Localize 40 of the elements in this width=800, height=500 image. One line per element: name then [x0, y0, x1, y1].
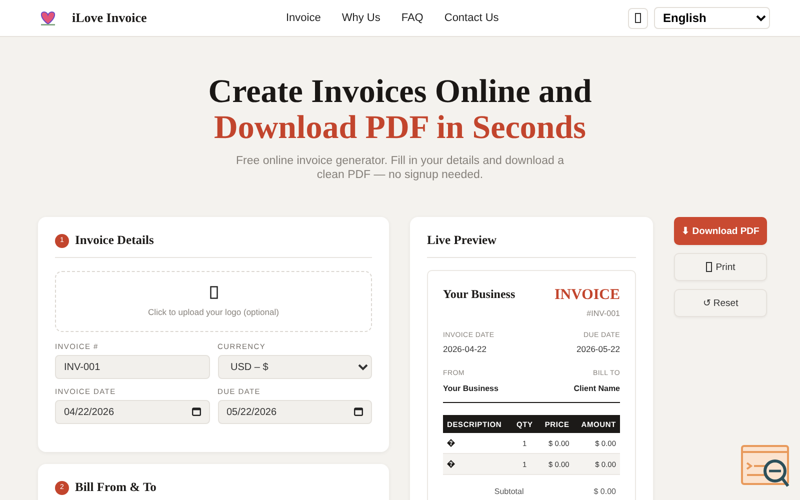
nav-link[interactable]: FAQ [401, 12, 424, 24]
calendar-icon [354, 407, 363, 416]
document-search-icon [741, 445, 791, 488]
upload-hint: Click to upload your logo (optional) [148, 307, 279, 317]
invoice-heading: INVOICE [554, 287, 620, 304]
placeholder-glyph-icon [210, 286, 218, 299]
placeholder-glyph-icon [635, 13, 641, 23]
print-button[interactable]: Print [674, 253, 767, 281]
download-button[interactable]: ⬇ Download PDF [674, 217, 767, 245]
date-field[interactable]: 05/22/2026 [218, 400, 372, 424]
business-name: Your Business [443, 287, 516, 302]
theme-toggle-button[interactable] [628, 8, 648, 28]
text-field[interactable]: INV-001 [55, 355, 210, 379]
meta-value: Client Name [574, 384, 620, 393]
reset-button[interactable]: ↺ Reset [674, 289, 767, 317]
meta-value: Your Business [443, 384, 498, 393]
currency-select[interactable]: USD – $ [218, 355, 372, 379]
date-field[interactable]: 04/22/2026 [55, 400, 210, 424]
card-title: Invoice Details [75, 233, 154, 248]
nav-link[interactable]: Why Us [342, 12, 380, 24]
nav-link[interactable]: Contact Us [444, 12, 499, 24]
nav-link[interactable]: Invoice [286, 12, 321, 24]
hero-subtitle: Free online invoice generator. Fill in your details and download a clean PDF — no signup needed. [235, 154, 565, 182]
missing-glyph-icon [447, 460, 455, 468]
brand-name: iLove Invoice [72, 10, 147, 26]
calendar-icon [192, 407, 200, 416]
card-title: Live Preview [427, 233, 497, 248]
placeholder-glyph-icon [706, 262, 712, 272]
subtotal-value: $ 0.00 [594, 487, 616, 496]
hero-title-highlight: Download PDF in Seconds [213, 110, 587, 146]
language-select[interactable]: English [654, 7, 770, 29]
invoice-number: #INV-001 [586, 309, 620, 318]
meta-value: 2026-04-22 [443, 344, 488, 354]
card-title: Bill From & To [75, 480, 156, 495]
logo-upload-area[interactable]: Click to upload your logo (optional) [55, 271, 372, 332]
meta-value: 2026-05-22 [576, 344, 620, 354]
heart-logo-icon [38, 10, 58, 26]
missing-glyph-icon [447, 439, 455, 447]
subtotal-label: Subtotal [494, 487, 524, 496]
hero-title: Create Invoices Online and [208, 74, 592, 110]
